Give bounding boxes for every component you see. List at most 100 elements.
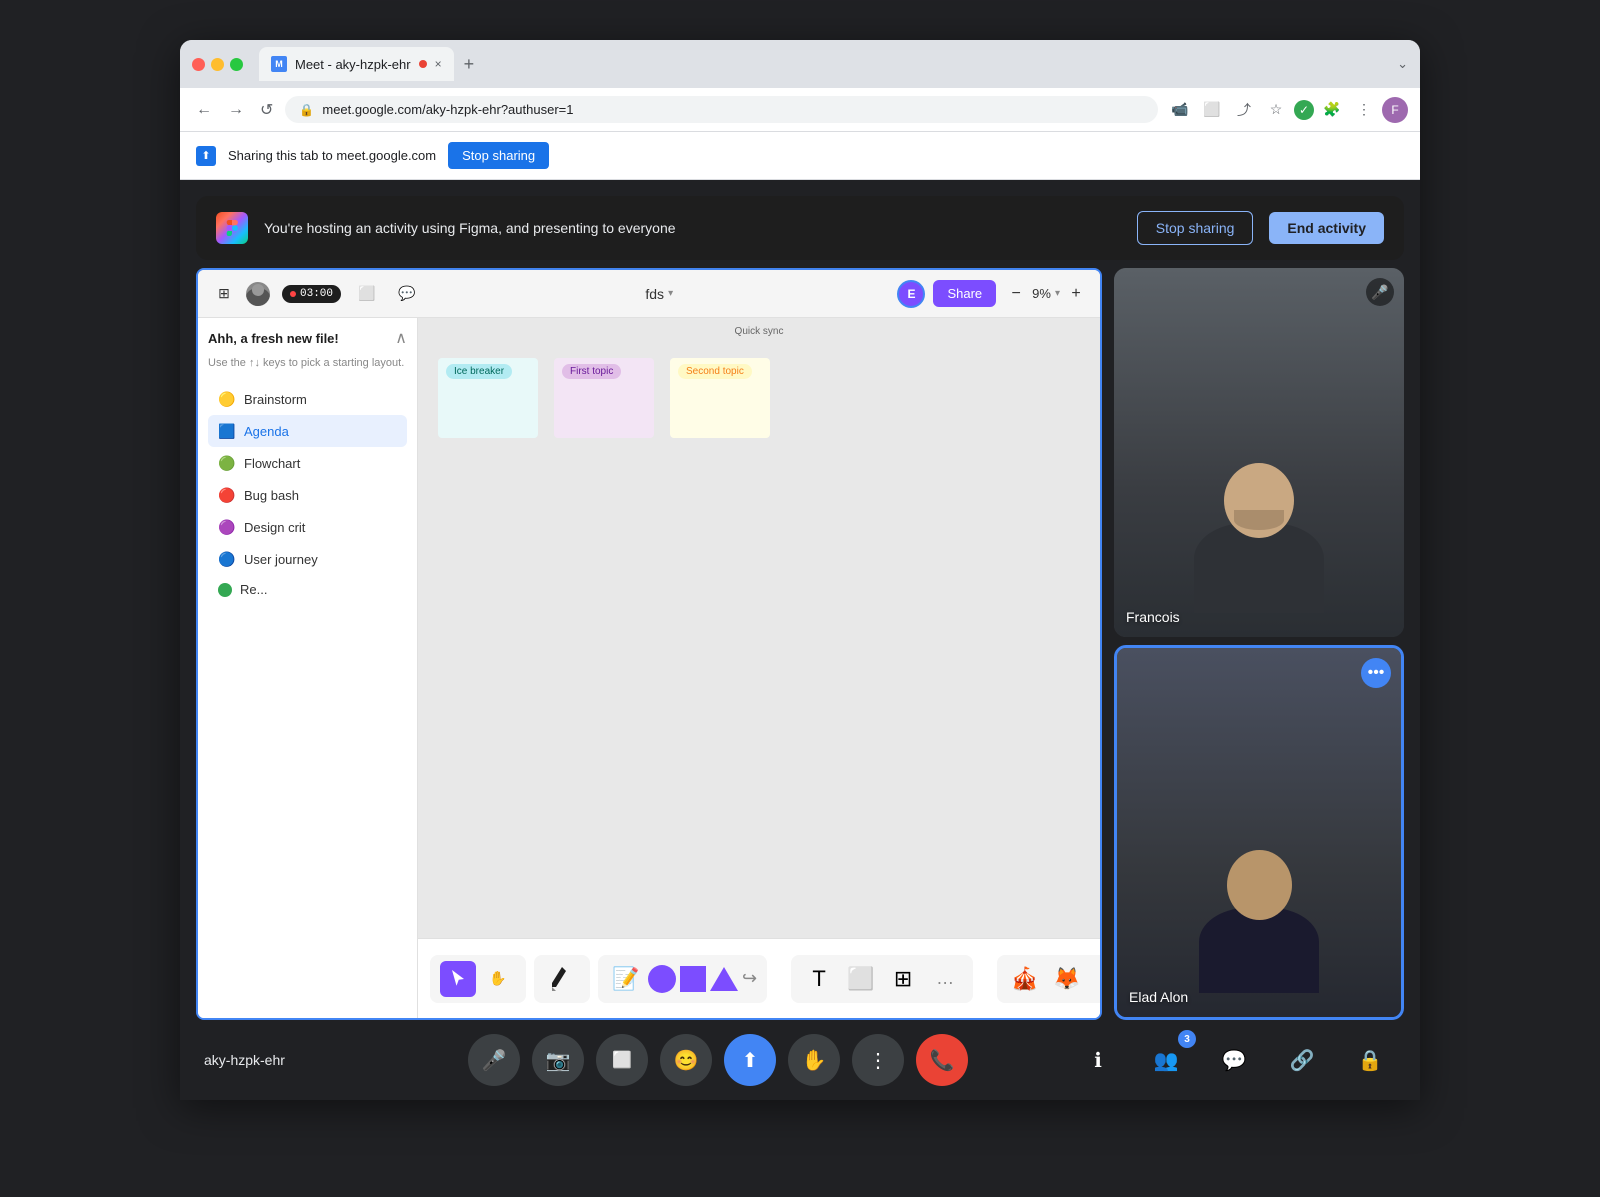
emoji-btn[interactable]: 😊 bbox=[660, 1034, 712, 1086]
close-window-btn[interactable] bbox=[192, 58, 205, 71]
people-btn-wrapper: 👥 3 bbox=[1140, 1034, 1192, 1086]
chat-btn[interactable]: 💬 bbox=[1208, 1034, 1260, 1086]
draw-tools bbox=[534, 955, 590, 1003]
frame-ice-breaker[interactable]: Ice breaker bbox=[438, 358, 538, 438]
template-bugbash[interactable]: 🔴 Bug bash bbox=[208, 479, 407, 511]
elad-name: Elad Alon bbox=[1129, 989, 1188, 1005]
activities-btn[interactable]: 🔗 bbox=[1276, 1034, 1328, 1086]
figma-avatar[interactable] bbox=[246, 282, 270, 306]
title-bar: M Meet - aky-hzpk-ehr × + ⌄ bbox=[180, 40, 1420, 88]
tab-close-btn[interactable]: × bbox=[435, 57, 442, 71]
profile-avatar[interactable]: F bbox=[1382, 97, 1408, 123]
figma-activity-icon bbox=[216, 212, 248, 244]
re-icon bbox=[218, 583, 232, 597]
figma-share-btn[interactable]: Share bbox=[933, 280, 996, 307]
template-brainstorm-label: Brainstorm bbox=[244, 392, 307, 407]
active-tab[interactable]: M Meet - aky-hzpk-ehr × bbox=[259, 47, 454, 81]
read-mode-icon[interactable]: ⬜ bbox=[1198, 96, 1226, 124]
sticker-1[interactable]: 🎪 bbox=[1007, 961, 1043, 997]
template-flowchart[interactable]: 🟢 Flowchart bbox=[208, 447, 407, 479]
more-menu-icon[interactable]: ⋮ bbox=[1350, 96, 1378, 124]
template-brainstorm[interactable]: 🟡 Brainstorm bbox=[208, 383, 407, 415]
more-tools[interactable]: … bbox=[927, 961, 963, 997]
tab-expand-btn[interactable]: ⌄ bbox=[1397, 56, 1408, 72]
video-bg-elad bbox=[1117, 648, 1401, 1017]
francois-mute-icon: 🎤 bbox=[1366, 278, 1394, 306]
bookmark-icon[interactable]: ☆ bbox=[1262, 96, 1290, 124]
microphone-btn[interactable]: 🎤 bbox=[468, 1034, 520, 1086]
sharing-tab-icon: ⬆ bbox=[196, 146, 216, 166]
back-btn[interactable]: ← bbox=[192, 97, 216, 123]
figma-panel: ⊞ 03:00 ⬜ 💬 fds ▾ bbox=[196, 268, 1102, 1020]
extensions-icon[interactable]: 🧩 bbox=[1318, 96, 1346, 124]
browser-stop-sharing-btn[interactable]: Stop sharing bbox=[448, 142, 549, 169]
text-tool[interactable]: T bbox=[801, 961, 837, 997]
recording-indicator bbox=[419, 60, 427, 68]
stop-sharing-meet-btn[interactable]: Stop sharing bbox=[1137, 211, 1254, 245]
template-re-label: Re... bbox=[240, 582, 267, 597]
cursor-tool[interactable]: ✋ bbox=[480, 961, 516, 997]
agenda-icon: 🟦 bbox=[218, 422, 236, 440]
reload-btn[interactable]: ↺ bbox=[256, 96, 277, 124]
user-avatar-btn[interactable]: E bbox=[897, 280, 925, 308]
browser-window: M Meet - aky-hzpk-ehr × + ⌄ ← → ↺ 🔒 meet… bbox=[180, 40, 1420, 1100]
template-designcrit[interactable]: 🟣 Design crit bbox=[208, 511, 407, 543]
add-sticker-btn[interactable]: + bbox=[1091, 961, 1100, 997]
frame-second-topic[interactable]: Second topic bbox=[670, 358, 770, 438]
sticky-tool[interactable]: 📝 bbox=[608, 961, 644, 997]
frame-second-label: Second topic bbox=[678, 364, 752, 379]
info-btn[interactable]: ℹ bbox=[1072, 1034, 1124, 1086]
security-btn[interactable]: 🔒 bbox=[1344, 1034, 1396, 1086]
figma-left-panel: Ahh, a fresh new file! ∧ Use the ↑↓ keys… bbox=[198, 318, 418, 1018]
main-area: ⊞ 03:00 ⬜ 💬 fds ▾ bbox=[180, 260, 1420, 1020]
more-options-btn[interactable]: ⋮ bbox=[852, 1034, 904, 1086]
table-tool[interactable]: ⊞ bbox=[885, 961, 921, 997]
minimize-window-btn[interactable] bbox=[211, 58, 224, 71]
emoji-sticker-tools: 🎪 🦊 + bbox=[997, 955, 1100, 1003]
traffic-lights bbox=[192, 58, 243, 71]
select-tool[interactable] bbox=[440, 961, 476, 997]
arrow-tool[interactable]: ↪ bbox=[742, 968, 757, 989]
cast-icon[interactable]: 📹 bbox=[1166, 96, 1194, 124]
designcrit-icon: 🟣 bbox=[218, 518, 236, 536]
square-shape[interactable] bbox=[680, 966, 706, 992]
captions-btn[interactable]: ⬜ bbox=[596, 1034, 648, 1086]
url-bar[interactable]: 🔒 meet.google.com/aky-hzpk-ehr?authuser=… bbox=[285, 96, 1158, 123]
userjourney-icon: 🔵 bbox=[218, 550, 236, 568]
zoom-in-btn[interactable]: + bbox=[1064, 282, 1088, 306]
template-re[interactable]: Re... bbox=[208, 575, 407, 604]
template-agenda-label: Agenda bbox=[244, 424, 289, 439]
flowchart-icon: 🟢 bbox=[218, 454, 236, 472]
raise-hand-btn[interactable]: ✋ bbox=[788, 1034, 840, 1086]
google-account-icon[interactable]: ✓ bbox=[1294, 100, 1314, 120]
panel-close-btn[interactable]: ∧ bbox=[395, 328, 407, 348]
lock-icon: 🔒 bbox=[299, 103, 314, 117]
comment-icon[interactable]: 💬 bbox=[393, 280, 421, 308]
frame-tool[interactable]: ⬜ bbox=[843, 961, 879, 997]
zoom-out-btn[interactable]: − bbox=[1004, 282, 1028, 306]
elad-more-options-btn[interactable]: ••• bbox=[1361, 658, 1391, 688]
end-activity-btn[interactable]: End activity bbox=[1269, 212, 1384, 244]
figma-canvas[interactable]: Quick sync Ice breaker First topic Secon… bbox=[418, 318, 1100, 1018]
figma-toolbar: ⊞ 03:00 ⬜ 💬 fds ▾ bbox=[198, 270, 1100, 318]
template-agenda[interactable]: 🟦 Agenda bbox=[208, 415, 407, 447]
end-call-btn[interactable]: 📞 bbox=[916, 1034, 968, 1086]
template-userjourney[interactable]: 🔵 User journey bbox=[208, 543, 407, 575]
sticker-2[interactable]: 🦊 bbox=[1049, 961, 1085, 997]
pencil-tool[interactable] bbox=[544, 961, 580, 997]
maximize-window-btn[interactable] bbox=[230, 58, 243, 71]
frame-first-topic[interactable]: First topic bbox=[554, 358, 654, 438]
bugbash-icon: 🔴 bbox=[218, 486, 236, 504]
new-tab-btn[interactable]: + bbox=[458, 54, 481, 75]
camera-btn[interactable]: 📷 bbox=[532, 1034, 584, 1086]
present-btn[interactable]: ⬆ bbox=[724, 1034, 776, 1086]
text-tools: T ⬜ ⊞ … bbox=[791, 955, 973, 1003]
forward-btn[interactable]: → bbox=[224, 97, 248, 123]
share-icon[interactable]: ⤴ bbox=[1230, 96, 1258, 124]
layout-icon[interactable]: ⬜ bbox=[353, 280, 381, 308]
figma-menu-icon[interactable]: ⊞ bbox=[210, 280, 238, 308]
tab-title: Meet - aky-hzpk-ehr bbox=[295, 57, 411, 72]
circle-shape[interactable] bbox=[648, 965, 676, 993]
triangle-shape[interactable] bbox=[710, 967, 738, 991]
bottom-bar: aky-hzpk-ehr 🎤 📷 ⬜ 😊 ⬆ ✋ ⋮ 📞 ℹ 👥 3 💬 🔗 bbox=[180, 1020, 1420, 1100]
